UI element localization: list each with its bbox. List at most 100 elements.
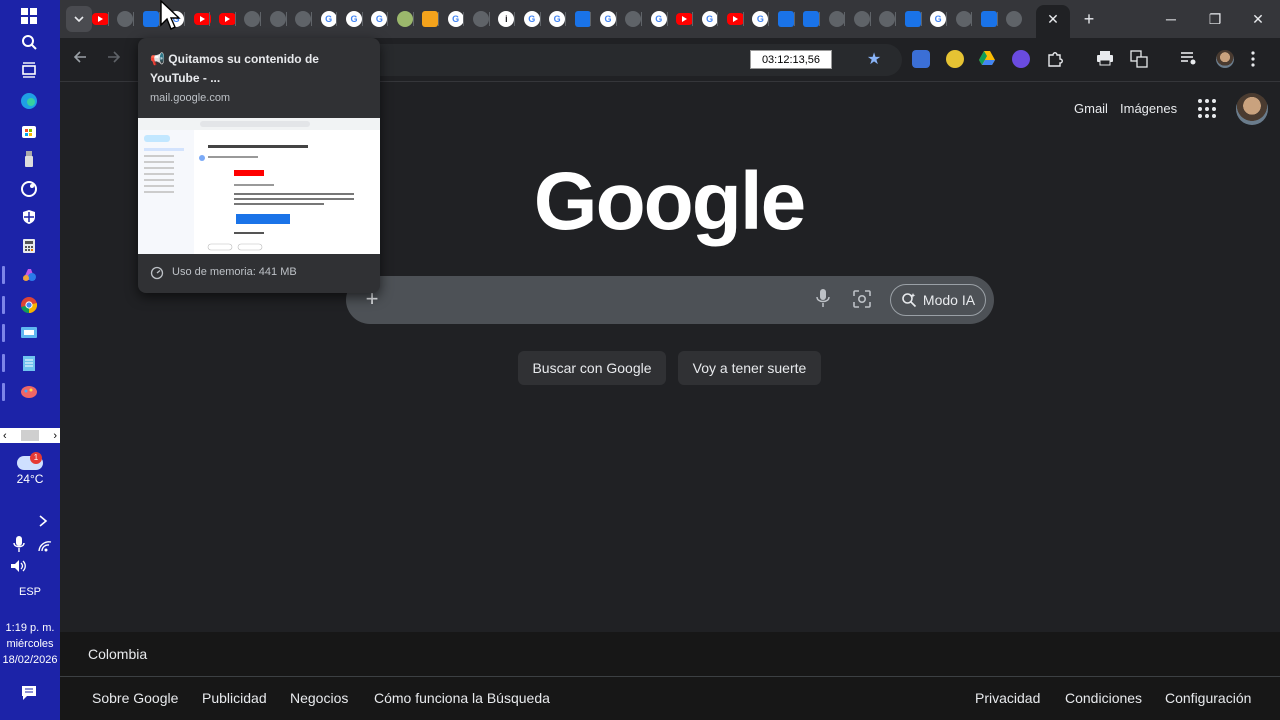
translate-extension-icon[interactable] (912, 50, 930, 68)
store-icon[interactable] (18, 120, 40, 142)
google-tab-icon[interactable]: G (549, 11, 566, 27)
site-tab-icon[interactable] (473, 11, 489, 27)
calculator-icon[interactable] (18, 235, 40, 257)
youtube-tab-icon[interactable] (676, 13, 694, 25)
microphone-icon[interactable] (816, 288, 836, 312)
google-tab-icon[interactable]: G (320, 11, 337, 27)
google-tab-icon[interactable]: G (650, 11, 667, 27)
images-link[interactable]: Imágenes (1120, 101, 1177, 116)
google-tab-icon[interactable]: G (523, 11, 540, 27)
site-tab-icon[interactable] (803, 11, 820, 27)
info-tab-icon[interactable]: i (498, 11, 515, 27)
google-lens-icon[interactable] (852, 289, 874, 311)
clock-day[interactable]: miércoles (0, 637, 60, 651)
tab-search-button[interactable] (66, 6, 92, 32)
remote-desktop-icon[interactable] (18, 322, 40, 344)
chrome-icon[interactable] (18, 294, 40, 316)
site-tab-icon[interactable] (879, 11, 896, 27)
site-tab-icon[interactable] (854, 11, 870, 27)
input-language[interactable]: ESP (0, 585, 60, 599)
footer-link-business[interactable]: Negocios (290, 690, 348, 706)
site-tab-icon[interactable] (828, 11, 845, 27)
media-queue-icon[interactable] (1180, 50, 1198, 68)
search-box[interactable]: + Modo IA (346, 276, 994, 324)
site-tab-icon[interactable] (269, 11, 286, 27)
google-tab-icon[interactable]: G (930, 11, 947, 27)
account-avatar[interactable] (1236, 93, 1268, 125)
weather-widget[interactable]: 1 24°C (0, 452, 60, 486)
close-window-button[interactable]: ✕ (1243, 8, 1273, 30)
clock-date[interactable]: 18/02/2026 (0, 653, 60, 667)
footer-link-privacy[interactable]: Privacidad (975, 690, 1040, 706)
shield-icon[interactable] (18, 206, 40, 228)
site-tab-icon[interactable] (955, 11, 972, 27)
search-icon[interactable] (18, 31, 40, 53)
ai-mode-button[interactable]: Modo IA (890, 284, 986, 316)
chevron-right-icon[interactable]: › (53, 430, 57, 442)
task-view-icon[interactable] (18, 59, 40, 81)
footer-link-terms[interactable]: Condiciones (1065, 690, 1142, 706)
notepad-icon[interactable] (18, 352, 40, 374)
google-search-button[interactable]: Buscar con Google (518, 351, 666, 385)
vpn-extension-icon[interactable] (1012, 50, 1030, 68)
site-tab-icon[interactable] (295, 11, 312, 27)
google-tab-icon[interactable]: G (346, 11, 362, 27)
site-tab-icon[interactable] (142, 11, 159, 27)
site-tab-icon[interactable] (574, 11, 591, 27)
youtube-tab-icon[interactable] (193, 13, 211, 25)
site-tab-icon[interactable] (625, 11, 642, 27)
more-menu-icon[interactable] (1250, 50, 1268, 68)
drive-extension-icon[interactable] (978, 50, 996, 68)
site-tab-icon[interactable] (244, 11, 261, 27)
google-tab-icon[interactable]: G (371, 11, 388, 27)
restore-button[interactable]: ❐ (1200, 8, 1230, 30)
edge-icon[interactable] (18, 90, 40, 112)
print-icon[interactable] (1096, 50, 1114, 68)
new-tab-button[interactable]: + (1078, 8, 1100, 30)
youtube-tab-icon[interactable] (219, 13, 236, 25)
profile-avatar[interactable] (1216, 50, 1234, 68)
site-tab-icon[interactable] (981, 11, 997, 27)
wifi-icon[interactable] (34, 535, 56, 557)
taskbar-scrollbar[interactable]: ‹ › (0, 428, 60, 443)
google-tab-icon[interactable]: G (701, 11, 718, 27)
site-tab-icon[interactable] (396, 11, 413, 27)
app-circle-icon[interactable] (18, 178, 40, 200)
blogger-tab-icon[interactable] (422, 11, 439, 27)
footer-link-settings[interactable]: Configuración (1165, 690, 1251, 706)
gmail-link[interactable]: Gmail (1074, 101, 1108, 116)
chevron-right-icon[interactable] (32, 510, 54, 532)
footer-link-how-search-works[interactable]: Cómo funciona la Búsqueda (374, 690, 550, 706)
usb-drive-icon[interactable] (18, 148, 40, 170)
speed-extension-icon[interactable] (946, 50, 964, 68)
footer-link-advertising[interactable]: Publicidad (202, 690, 267, 706)
clock-time[interactable]: 1:19 p. m. (0, 621, 60, 635)
site-tab-icon[interactable] (777, 11, 794, 27)
site-tab-icon[interactable] (117, 11, 134, 27)
footer-link-about[interactable]: Sobre Google (92, 690, 178, 706)
copilot-icon[interactable] (18, 264, 40, 286)
youtube-tab-icon[interactable] (92, 13, 109, 25)
paint-icon[interactable] (18, 381, 40, 403)
notifications-icon[interactable] (18, 682, 40, 704)
google-tab-icon[interactable]: G (600, 11, 616, 27)
microphone-icon[interactable] (8, 533, 30, 555)
windows-start-icon[interactable] (18, 5, 40, 27)
puzzle-icon[interactable] (1046, 50, 1064, 68)
back-button[interactable] (68, 48, 92, 72)
minimize-button[interactable]: ─ (1156, 8, 1186, 30)
google-tab-icon[interactable]: G (752, 11, 769, 27)
chevron-left-icon[interactable]: ‹ (3, 430, 7, 442)
google-tab-icon[interactable]: G (447, 11, 464, 27)
bookmark-star-icon[interactable]: ★ (862, 48, 886, 72)
forward-button[interactable] (102, 48, 126, 72)
translate-icon[interactable] (1130, 50, 1148, 68)
scroll-thumb[interactable] (21, 430, 39, 441)
google-apps-icon[interactable] (1198, 99, 1218, 119)
volume-icon[interactable] (8, 555, 30, 577)
tab-close-icon[interactable]: ✕ (1044, 10, 1062, 28)
site-tab-icon[interactable] (904, 11, 921, 27)
site-tab-icon[interactable] (1006, 11, 1023, 27)
youtube-tab-icon[interactable] (727, 13, 744, 25)
feeling-lucky-button[interactable]: Voy a tener suerte (678, 351, 821, 385)
